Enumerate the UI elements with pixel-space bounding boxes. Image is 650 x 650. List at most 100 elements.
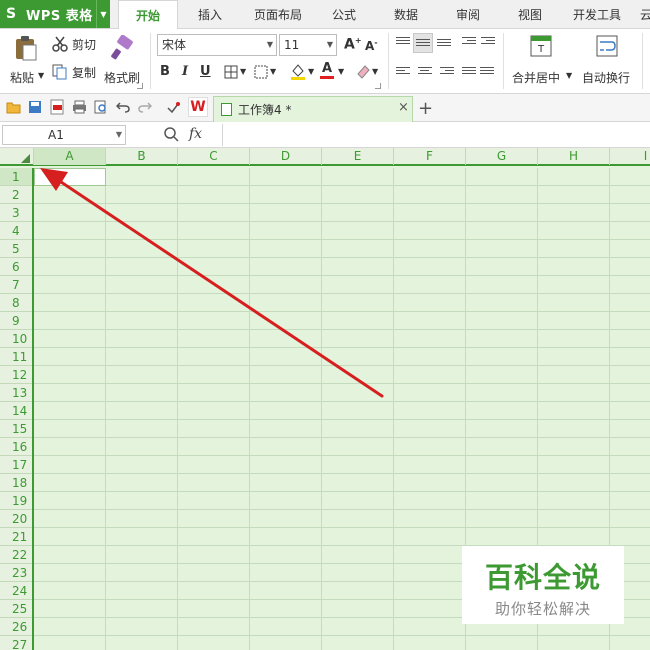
customize-toolbar-icon[interactable] [166,102,180,114]
column-header-i[interactable]: I [610,148,650,165]
row-header-18[interactable]: 18 [0,474,32,492]
font-group-expand[interactable] [375,83,381,89]
row-header-4[interactable]: 4 [0,222,32,240]
row-header-27[interactable]: 27 [0,636,32,650]
distributed-icon[interactable] [480,67,494,79]
wps-home-icon[interactable]: W [188,97,208,117]
row-header-12[interactable]: 12 [0,366,32,384]
open-folder-icon[interactable] [6,101,21,114]
tab-review[interactable]: 审阅 [444,0,492,29]
row-header-25[interactable]: 25 [0,600,32,618]
row-header-23[interactable]: 23 [0,564,32,582]
increase-indent-icon[interactable] [481,37,495,49]
chevron-down-icon[interactable]: ▼ [338,67,344,76]
align-right-icon[interactable] [440,67,454,79]
save-icon[interactable] [28,100,42,114]
align-middle-button[interactable] [413,33,433,53]
new-tab-button[interactable]: + [418,98,433,119]
chevron-down-icon[interactable]: ▼ [38,71,44,80]
column-header-c[interactable]: C [178,148,250,165]
zoom-icon[interactable] [163,126,179,142]
column-header-a[interactable]: A [34,148,106,165]
justify-icon[interactable] [462,67,476,79]
column-header-e[interactable]: E [322,148,394,165]
row-header-21[interactable]: 21 [0,528,32,546]
column-header-h[interactable]: H [538,148,610,165]
clear-format-icon[interactable] [356,64,370,80]
tab-cloud[interactable]: 云 [640,0,650,29]
underline-button[interactable]: U [200,64,211,79]
borders-icon[interactable] [224,65,238,79]
wrap-text-button[interactable]: 自动换行 [580,33,636,89]
row-header-2[interactable]: 2 [0,186,32,204]
font-name-select[interactable]: 宋体 ▼ [157,34,277,56]
row-header-5[interactable]: 5 [0,240,32,258]
tab-home[interactable]: 开始 [118,0,178,30]
align-bottom-icon[interactable] [437,39,451,51]
row-header-11[interactable]: 11 [0,348,32,366]
column-header-d[interactable]: D [250,148,322,165]
format-painter-button[interactable]: 格式刷 [102,33,142,89]
cut-button[interactable]: 剪切 [52,35,100,53]
copy-button[interactable]: 复制 [52,63,100,81]
chevron-down-icon[interactable]: ▼ [270,67,276,76]
row-header-20[interactable]: 20 [0,510,32,528]
clipboard-group-expand[interactable] [137,83,143,89]
tab-insert[interactable]: 插入 [186,0,234,29]
row-header-10[interactable]: 10 [0,330,32,348]
row-header-19[interactable]: 19 [0,492,32,510]
column-header-g[interactable]: G [466,148,538,165]
close-tab-button[interactable]: × [398,100,409,115]
redo-icon[interactable] [138,101,152,113]
row-header-17[interactable]: 17 [0,456,32,474]
italic-button[interactable]: I [182,64,188,79]
undo-icon[interactable] [116,101,130,113]
chevron-down-icon[interactable]: ▼ [566,71,572,80]
print-icon[interactable] [72,100,87,114]
align-left-icon[interactable] [396,67,410,79]
name-box[interactable]: A1 ▼ [2,125,126,145]
formula-input[interactable] [222,124,650,146]
chevron-down-icon[interactable]: ▼ [372,67,378,76]
tab-formulas[interactable]: 公式 [320,0,368,29]
cell-style-icon[interactable] [254,65,268,79]
increase-font-icon[interactable]: A+ [344,36,362,53]
row-header-14[interactable]: 14 [0,402,32,420]
row-header-6[interactable]: 6 [0,258,32,276]
row-header-26[interactable]: 26 [0,618,32,636]
chevron-down-icon[interactable]: ▼ [96,0,110,28]
tab-developer[interactable]: 开发工具 [566,0,628,29]
document-tab[interactable]: 工作簿4 * × [213,96,413,122]
insert-function-button[interactable]: fx [189,126,202,142]
merge-center-button[interactable]: T 合并居中 ▼ [510,33,576,89]
bold-button[interactable]: B [160,64,170,79]
tab-view[interactable]: 视图 [506,0,554,29]
decrease-font-icon[interactable]: A- [365,38,378,53]
row-header-1[interactable]: 1 [0,168,32,186]
font-size-select[interactable]: 11 ▼ [279,34,337,56]
tab-data[interactable]: 数据 [382,0,430,29]
column-header-f[interactable]: F [394,148,466,165]
row-header-24[interactable]: 24 [0,582,32,600]
tab-page-layout[interactable]: 页面布局 [246,0,310,29]
row-header-7[interactable]: 7 [0,276,32,294]
active-cell-a1[interactable] [34,168,106,186]
export-pdf-icon[interactable] [50,99,64,115]
row-header-15[interactable]: 15 [0,420,32,438]
fill-color-icon[interactable] [290,63,306,81]
decrease-indent-icon[interactable] [462,37,476,49]
align-top-icon[interactable] [396,37,410,49]
align-center-icon[interactable] [418,67,432,79]
print-preview-icon[interactable] [94,100,108,114]
row-header-8[interactable]: 8 [0,294,32,312]
column-header-b[interactable]: B [106,148,178,165]
select-all-button[interactable] [0,148,34,165]
app-menu-button[interactable]: S WPS 表格 ▼ [0,0,110,28]
row-header-22[interactable]: 22 [0,546,32,564]
font-color-button[interactable]: A [320,61,334,79]
chevron-down-icon[interactable]: ▼ [240,67,246,76]
chevron-down-icon[interactable]: ▼ [308,67,314,76]
paste-button[interactable]: 粘贴 ▼ [8,33,46,89]
row-header-16[interactable]: 16 [0,438,32,456]
row-header-13[interactable]: 13 [0,384,32,402]
